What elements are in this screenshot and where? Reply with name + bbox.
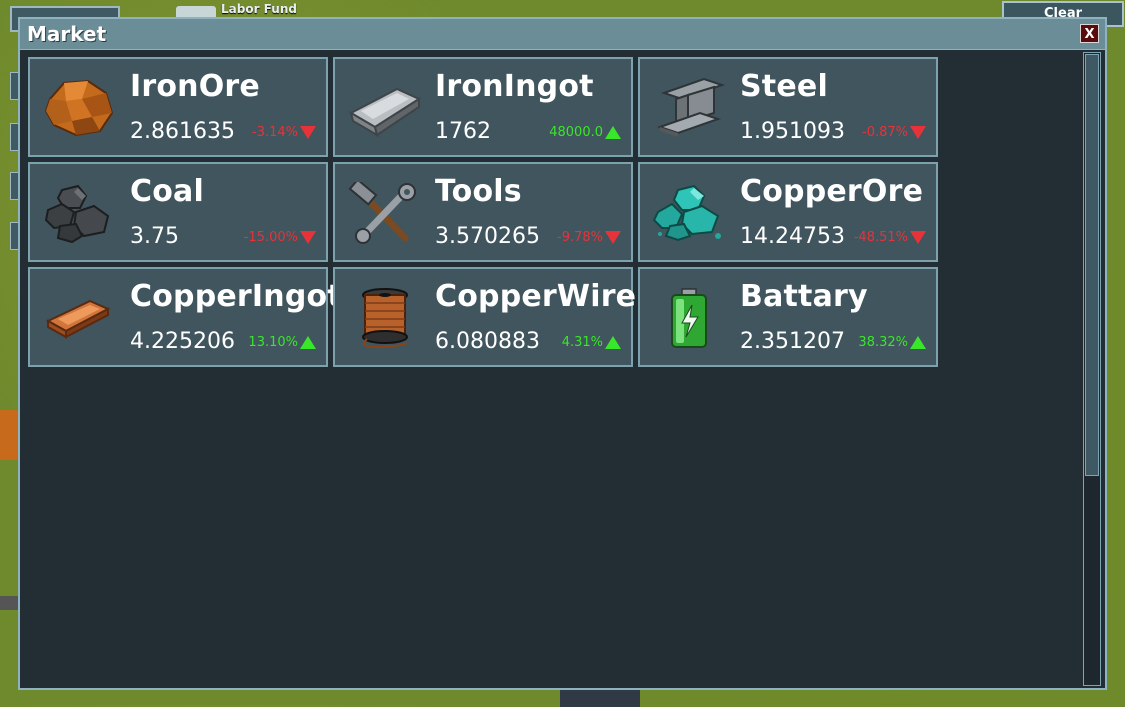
background-road bbox=[0, 596, 18, 610]
steel-beam-icon bbox=[656, 77, 726, 137]
up-arrow-icon bbox=[605, 126, 621, 139]
down-arrow-icon bbox=[910, 126, 926, 139]
price-change-value: 38.32% bbox=[858, 335, 908, 350]
price-change-value: 4.31% bbox=[561, 335, 603, 350]
coal-icon bbox=[44, 184, 110, 244]
background-object bbox=[560, 688, 640, 707]
up-arrow-icon bbox=[605, 336, 621, 349]
labor-fund-label: Labor Fund bbox=[221, 2, 297, 16]
item-price: 3.75 bbox=[130, 224, 179, 249]
price-change-value: -15.00% bbox=[243, 230, 298, 245]
market-title: Market bbox=[27, 22, 107, 46]
price-change: -0.87% bbox=[862, 125, 926, 140]
copper-ingot-icon bbox=[45, 299, 111, 339]
price-change: -9.78% bbox=[557, 230, 621, 245]
price-change-value: -48.51% bbox=[853, 230, 908, 245]
price-change: 48000.0 bbox=[549, 125, 621, 140]
item-price: 3.570265 bbox=[435, 224, 540, 249]
market-item-coal[interactable]: Coal 3.75 -15.00% bbox=[28, 162, 328, 262]
item-name: Battary bbox=[740, 279, 868, 314]
market-item-copper-ore[interactable]: CopperOre 14.24753 -48.51% bbox=[638, 162, 938, 262]
close-button[interactable]: X bbox=[1080, 24, 1099, 43]
market-item-steel[interactable]: Steel 1.951093 -0.87% bbox=[638, 57, 938, 157]
market-item-copper-ingot[interactable]: CopperIngot 4.225206 13.10% bbox=[28, 267, 342, 367]
tools-icon bbox=[348, 182, 416, 244]
iron-ingot-icon bbox=[348, 87, 422, 138]
item-price: 6.080883 bbox=[435, 329, 540, 354]
market-window: Market X IronOre 2.861635 -3.14% IronIng… bbox=[18, 17, 1107, 690]
price-change-value: -9.78% bbox=[557, 230, 603, 245]
item-price: 1.951093 bbox=[740, 119, 845, 144]
item-price: 1762 bbox=[435, 119, 491, 144]
down-arrow-icon bbox=[605, 231, 621, 244]
item-name: Steel bbox=[740, 69, 828, 104]
price-change: 13.10% bbox=[248, 335, 316, 350]
down-arrow-icon bbox=[300, 126, 316, 139]
item-price: 2.861635 bbox=[130, 119, 235, 144]
item-price: 2.351207 bbox=[740, 329, 845, 354]
price-change: 4.31% bbox=[562, 335, 621, 350]
price-change: 38.32% bbox=[858, 335, 926, 350]
price-change-value: -3.14% bbox=[252, 125, 298, 140]
item-name: CopperIngot bbox=[130, 279, 342, 314]
copper-wire-icon bbox=[362, 288, 408, 349]
market-item-iron-ore[interactable]: IronOre 2.861635 -3.14% bbox=[28, 57, 328, 157]
item-name: CopperOre bbox=[740, 174, 924, 209]
price-change: -48.51% bbox=[854, 230, 926, 245]
copper-ore-icon bbox=[652, 184, 721, 242]
price-change-value: 48000.0 bbox=[549, 125, 603, 140]
price-change: -3.14% bbox=[252, 125, 316, 140]
up-arrow-icon bbox=[300, 336, 316, 349]
item-name: IronIngot bbox=[435, 69, 594, 104]
item-price: 4.225206 bbox=[130, 329, 235, 354]
price-change: -15.00% bbox=[244, 230, 316, 245]
price-change-value: -0.87% bbox=[862, 125, 908, 140]
down-arrow-icon bbox=[300, 231, 316, 244]
market-item-copper-wire[interactable]: CopperWire 6.080883 4.31% bbox=[333, 267, 637, 367]
market-item-tools[interactable]: Tools 3.570265 -9.78% bbox=[333, 162, 633, 262]
price-change-value: 13.10% bbox=[248, 335, 298, 350]
item-price: 14.24753 bbox=[740, 224, 845, 249]
scrollbar-thumb[interactable] bbox=[1085, 54, 1099, 476]
up-arrow-icon bbox=[910, 336, 926, 349]
iron-ore-icon bbox=[44, 79, 114, 137]
item-name: Coal bbox=[130, 174, 204, 209]
background-building bbox=[0, 410, 18, 460]
market-item-battery[interactable]: Battary 2.351207 38.32% bbox=[638, 267, 938, 367]
item-name: Tools bbox=[435, 174, 522, 209]
market-title-bar[interactable]: Market X bbox=[20, 19, 1105, 50]
battery-icon bbox=[671, 288, 707, 348]
item-name: CopperWire bbox=[435, 279, 637, 314]
scrollbar[interactable] bbox=[1083, 52, 1101, 686]
down-arrow-icon bbox=[910, 231, 926, 244]
market-item-iron-ingot[interactable]: IronIngot 1762 48000.0 bbox=[333, 57, 633, 157]
item-name: IronOre bbox=[130, 69, 260, 104]
